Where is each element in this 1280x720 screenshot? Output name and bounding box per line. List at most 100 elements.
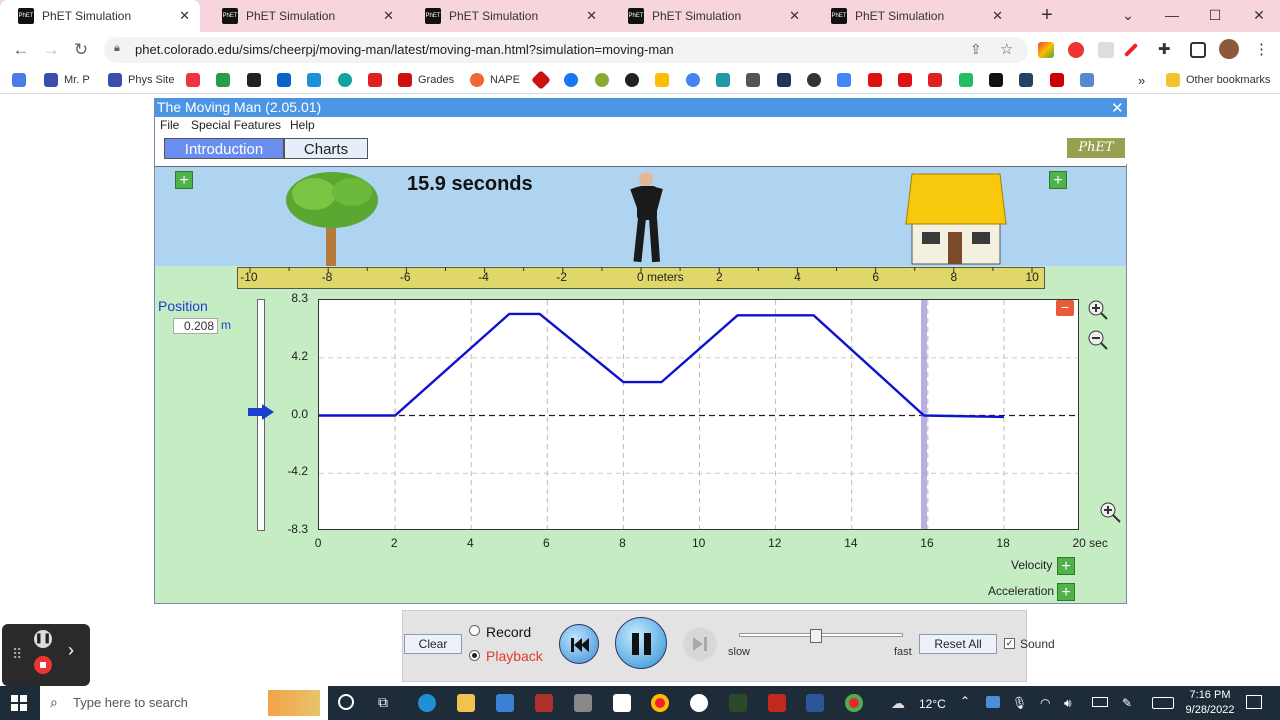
playback-label[interactable]: Playback (486, 648, 543, 664)
bookmark-icon[interactable] (368, 73, 388, 87)
expand-left-wall-button[interactable]: + (175, 171, 193, 189)
bookmark-icon[interactable] (807, 73, 827, 87)
zoom-out-icon[interactable] (1088, 330, 1108, 350)
volume-icon[interactable]: 🔊︎ (1064, 696, 1072, 711)
close-tab-icon[interactable]: ✕ (586, 8, 597, 24)
bookmark-icon[interactable] (531, 70, 554, 90)
google-drive-icon[interactable] (655, 73, 675, 87)
bookmark-icon[interactable] (959, 73, 979, 87)
menu-special-features[interactable]: Special Features (191, 118, 281, 132)
file-explorer-icon[interactable] (457, 694, 475, 712)
bookmark-icon[interactable] (898, 73, 918, 87)
gmail-icon[interactable] (186, 73, 206, 87)
app-icon[interactable] (729, 694, 747, 712)
browser-tab[interactable]: PhET PhET Simulation ✕ (813, 0, 1013, 32)
browser-tab[interactable]: PhET PhET Simulation ✕ (610, 0, 810, 32)
bookmark-icon[interactable] (777, 73, 797, 87)
playback-radio[interactable] (469, 650, 480, 661)
new-tab-button[interactable]: + (1036, 4, 1058, 28)
extension-icon[interactable] (1068, 42, 1084, 58)
pause-button[interactable] (615, 617, 667, 669)
step-button[interactable] (683, 627, 717, 661)
clock-time[interactable]: 7:16 PM (1186, 689, 1234, 701)
sound-checkbox[interactable]: ✓ (1004, 638, 1015, 649)
store-icon[interactable] (496, 694, 514, 712)
position-slider-arrow-icon[interactable] (246, 403, 276, 421)
close-tab-icon[interactable]: ✕ (383, 8, 394, 24)
menu-file[interactable]: File (160, 118, 179, 132)
cortana-icon[interactable] (338, 694, 354, 710)
share-icon[interactable]: ⇪ (970, 41, 982, 58)
sound-label[interactable]: Sound (1020, 637, 1055, 651)
app-icon[interactable] (535, 694, 553, 712)
recorder-expand-icon[interactable]: › (68, 640, 74, 661)
extension-icon[interactable] (1098, 42, 1114, 58)
bookmark-grades[interactable]: Grades (398, 73, 454, 87)
drive-icon[interactable] (216, 73, 236, 87)
forward-icon[interactable]: → (40, 40, 62, 60)
outlook-icon[interactable] (277, 73, 297, 87)
tab-search-icon[interactable]: ⌄ (1113, 4, 1143, 26)
lock-icon[interactable]: 🔒︎ (114, 42, 120, 55)
browser-tab[interactable]: PhET PhET Simulation ✕ (0, 0, 200, 32)
pen-icon[interactable]: ✎ (1122, 696, 1132, 710)
maximize-icon[interactable]: ☐ (1200, 4, 1230, 26)
bookmark-star-icon[interactable]: ☆ (1000, 40, 1013, 58)
show-hidden-icons-icon[interactable]: ⌃ (960, 694, 970, 708)
browser-tab[interactable]: PhET PhET Simulation ✕ (204, 0, 404, 32)
bookmark-icon[interactable] (247, 73, 267, 87)
windows-start-icon[interactable] (11, 695, 27, 711)
show-velocity-button[interactable]: + (1057, 557, 1075, 575)
recorder-pause-icon[interactable]: ❚❚ (34, 630, 52, 648)
bookmark-icon[interactable] (716, 73, 736, 87)
notepad-icon[interactable] (613, 694, 631, 712)
facebook-icon[interactable] (564, 73, 584, 87)
other-bookmarks[interactable]: Other bookmarks (1166, 73, 1270, 87)
extension-icon[interactable] (1038, 42, 1054, 58)
translate-icon[interactable] (837, 73, 857, 87)
calculator-icon[interactable] (574, 694, 592, 712)
wifi-icon[interactable]: ◠ (1040, 696, 1050, 710)
bookmark-nape[interactable]: NAPE (470, 73, 520, 87)
zoom-in-icon[interactable] (1088, 300, 1108, 320)
app-icon[interactable] (768, 694, 786, 712)
bookmark-icon[interactable] (746, 73, 766, 87)
app-icon[interactable] (690, 694, 708, 712)
back-icon[interactable]: ← (10, 40, 32, 60)
weather-cloud-icon[interactable]: ☁ (891, 695, 905, 712)
bookmark-icon[interactable] (989, 73, 1009, 87)
speed-slider-thumb[interactable] (810, 629, 823, 643)
bookmark-icon[interactable] (868, 73, 888, 87)
side-panel-icon[interactable] (1190, 42, 1206, 58)
cnn-icon[interactable] (1050, 73, 1070, 87)
expand-right-wall-button[interactable]: + (1049, 171, 1067, 189)
notifications-icon[interactable] (1246, 695, 1262, 709)
close-window-icon[interactable]: ✕ (1244, 4, 1274, 26)
keyboard-icon[interactable] (1152, 697, 1174, 709)
horizontal-zoom-in-icon[interactable] (1094, 494, 1122, 528)
task-view-icon[interactable]: ⧉ (378, 694, 388, 711)
tab-charts[interactable]: Charts (284, 138, 368, 159)
battery-icon[interactable] (1092, 697, 1108, 707)
apps-icon[interactable] (12, 73, 32, 87)
clock-date[interactable]: 9/28/2022 (1182, 704, 1238, 716)
position-chart[interactable] (318, 299, 1079, 530)
extensions-puzzle-icon[interactable]: ✚ (1158, 40, 1171, 58)
tab-introduction[interactable]: Introduction (164, 138, 284, 159)
rewind-button[interactable] (559, 624, 599, 664)
drag-handle-icon[interactable]: ⠿ (12, 646, 22, 663)
chrome-active-icon[interactable] (845, 694, 863, 712)
bookmark-icon[interactable] (307, 73, 327, 87)
minimize-icon[interactable]: — (1157, 4, 1187, 26)
bookmark-icon[interactable] (1019, 73, 1039, 87)
moving-man-icon[interactable] (622, 170, 674, 266)
record-label[interactable]: Record (486, 624, 531, 640)
position-value-field[interactable]: 0.208 (173, 318, 218, 334)
close-tab-icon[interactable]: ✕ (179, 8, 190, 24)
bookmark-icon[interactable] (595, 73, 615, 87)
more-bookmarks-icon[interactable]: » (1138, 73, 1145, 88)
url-text[interactable]: phet.colorado.edu/sims/cheerpj/moving-ma… (135, 42, 674, 57)
browser-menu-icon[interactable]: ⋮ (1254, 40, 1269, 58)
clear-button[interactable]: Clear (404, 634, 462, 654)
bookmark-mr-p[interactable]: Mr. P (44, 73, 90, 87)
